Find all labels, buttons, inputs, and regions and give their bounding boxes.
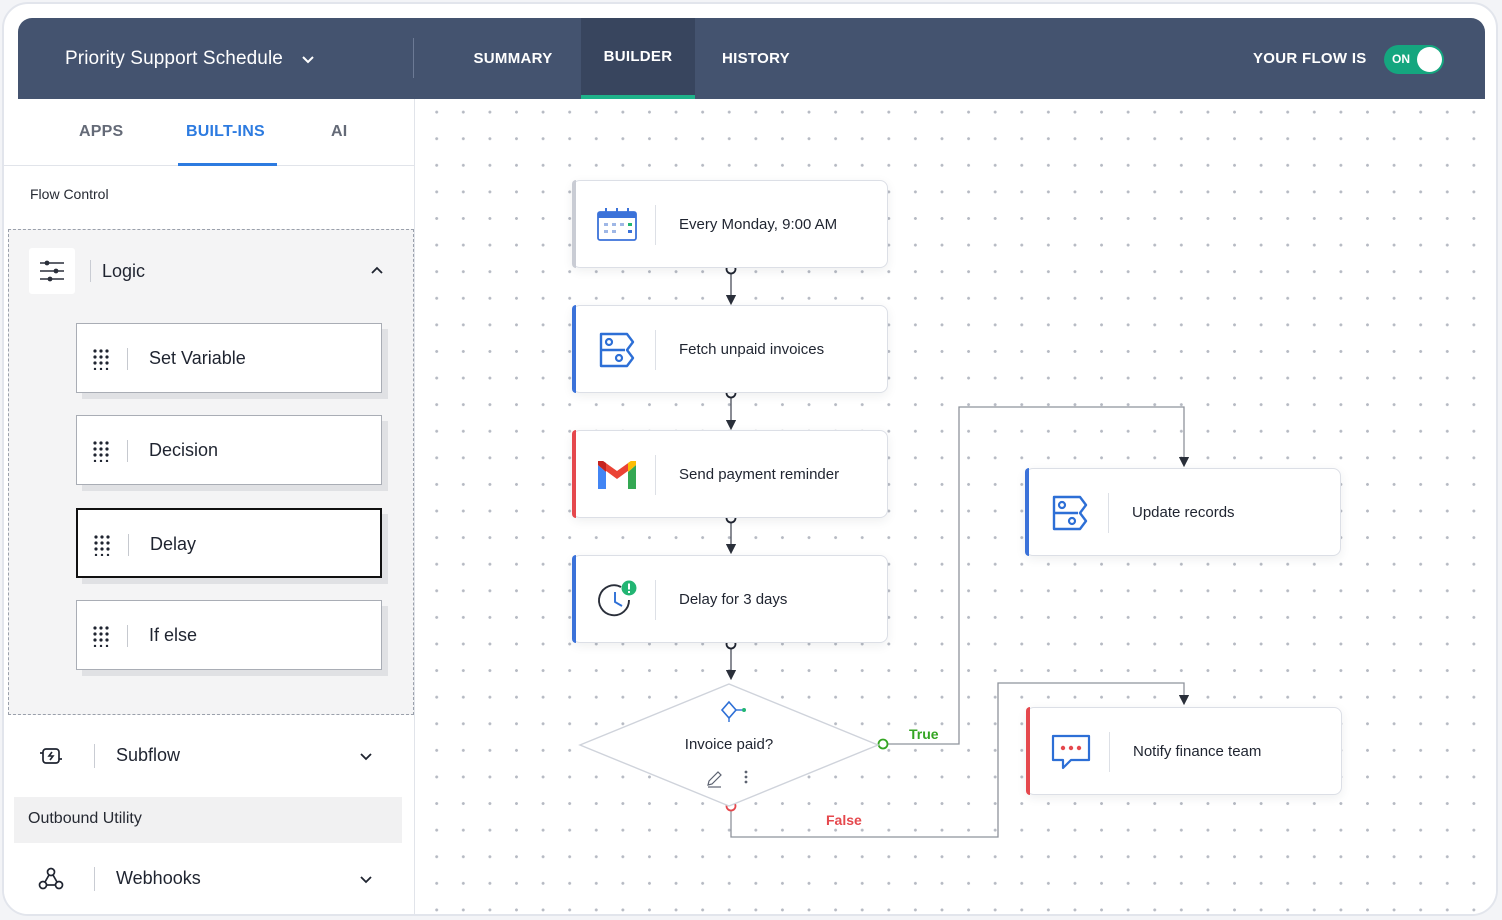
node-label: Fetch unpaid invoices bbox=[679, 341, 825, 358]
node-accent bbox=[1025, 468, 1029, 556]
top-bar: Priority Support Schedule SUMMARY BUILDE… bbox=[18, 18, 1485, 99]
webhooks-label: Webhooks bbox=[116, 868, 201, 888]
logic-group-header[interactable]: Logic bbox=[29, 248, 389, 294]
node-divider bbox=[655, 205, 656, 245]
more-options-icon[interactable] bbox=[744, 770, 748, 784]
tab-ai[interactable]: AI bbox=[331, 123, 347, 141]
drag-handle-icon[interactable] bbox=[93, 534, 111, 556]
block-label: Delay bbox=[150, 534, 197, 554]
webhooks-icon bbox=[38, 867, 64, 890]
node-accent bbox=[572, 180, 576, 268]
records-icon bbox=[599, 332, 635, 368]
node-accent bbox=[572, 555, 576, 643]
block-divider bbox=[127, 440, 128, 462]
node-divider bbox=[655, 580, 656, 620]
node-accent bbox=[572, 430, 576, 518]
row-divider bbox=[94, 867, 95, 891]
block-delay[interactable]: Delay bbox=[76, 508, 382, 578]
subflow-group-header[interactable]: Subflow bbox=[24, 733, 394, 779]
tab-builder[interactable]: BUILDER bbox=[581, 18, 695, 99]
node-delay[interactable]: Delay for 3 days bbox=[572, 555, 888, 643]
node-divider bbox=[1109, 732, 1110, 772]
node-label: Update records bbox=[1132, 504, 1235, 521]
outbound-utility-heading: Outbound Utility bbox=[14, 797, 402, 843]
chevron-down-icon[interactable] bbox=[358, 872, 374, 888]
block-label: If else bbox=[149, 625, 198, 645]
row-divider bbox=[94, 744, 95, 768]
node-divider bbox=[655, 330, 656, 370]
decision-node[interactable]: Invoice paid? bbox=[578, 682, 880, 808]
node-accent bbox=[572, 305, 576, 393]
node-label: Delay for 3 days bbox=[679, 591, 788, 608]
node-send-payment-reminder[interactable]: Send payment reminder bbox=[572, 430, 888, 518]
logic-divider bbox=[90, 260, 91, 282]
flow-control-heading: Flow Control bbox=[30, 186, 109, 202]
node-notify-finance-team[interactable]: Notify finance team bbox=[1026, 707, 1342, 795]
tab-history[interactable]: HISTORY bbox=[708, 18, 804, 99]
block-set-variable[interactable]: Set Variable bbox=[76, 323, 382, 393]
block-label: Set Variable bbox=[149, 348, 246, 368]
drag-handle-icon[interactable] bbox=[92, 440, 110, 462]
sidebar: APPS BUILT-INS AI Flow Control Logic Set… bbox=[4, 99, 415, 914]
flow-status-label: YOUR FLOW IS bbox=[1253, 50, 1367, 67]
drag-handle-icon[interactable] bbox=[92, 348, 110, 370]
block-label: Decision bbox=[149, 440, 219, 460]
chevron-down-icon bbox=[302, 56, 314, 64]
block-divider bbox=[127, 625, 128, 647]
chevron-up-icon[interactable] bbox=[369, 262, 385, 278]
toggle-label: ON bbox=[1392, 52, 1410, 66]
tab-built-ins[interactable]: BUILT-INS bbox=[186, 123, 265, 141]
block-if-else[interactable]: If else bbox=[76, 600, 382, 670]
active-tab-indicator bbox=[178, 163, 277, 166]
chevron-down-icon[interactable] bbox=[358, 749, 374, 765]
node-update-records[interactable]: Update records bbox=[1025, 468, 1341, 556]
logic-group: Logic Set Variable Decision Delay If els… bbox=[8, 229, 414, 715]
node-label: Send payment reminder bbox=[679, 466, 840, 483]
tab-apps[interactable]: APPS bbox=[79, 123, 123, 141]
node-label: Every Monday, 9:00 AM bbox=[679, 216, 838, 233]
block-decision[interactable]: Decision bbox=[76, 415, 382, 485]
node-divider bbox=[655, 455, 656, 495]
drag-handle-icon[interactable] bbox=[92, 625, 110, 647]
flow-on-toggle[interactable]: ON bbox=[1384, 45, 1444, 74]
records-icon bbox=[1052, 495, 1088, 531]
block-divider bbox=[128, 534, 129, 556]
flow-name-dropdown[interactable]: Priority Support Schedule bbox=[65, 48, 315, 70]
false-branch-label: False bbox=[826, 812, 862, 828]
sidebar-tabs: APPS BUILT-INS AI bbox=[4, 99, 414, 166]
decision-label: Invoice paid? bbox=[684, 736, 774, 753]
header-divider bbox=[413, 38, 414, 78]
sliders-icon bbox=[29, 248, 75, 294]
node-schedule-trigger[interactable]: Every Monday, 9:00 AM bbox=[572, 180, 888, 268]
clock-alert-icon bbox=[598, 580, 637, 617]
node-fetch-unpaid-invoices[interactable]: Fetch unpaid invoices bbox=[572, 305, 888, 393]
flow-name: Priority Support Schedule bbox=[65, 48, 283, 69]
subflow-label: Subflow bbox=[116, 745, 181, 765]
webhooks-group-header[interactable]: Webhooks bbox=[24, 856, 394, 902]
tab-summary[interactable]: SUMMARY bbox=[458, 18, 568, 99]
node-accent bbox=[1026, 707, 1030, 795]
outbound-utility-label: Outbound Utility bbox=[28, 810, 142, 827]
logic-label: Logic bbox=[102, 261, 146, 281]
toggle-knob bbox=[1417, 47, 1442, 72]
node-label: Notify finance team bbox=[1133, 743, 1262, 760]
node-divider bbox=[1108, 493, 1109, 533]
true-branch-label: True bbox=[909, 726, 939, 742]
calendar-icon bbox=[597, 208, 637, 241]
chat-icon bbox=[1051, 734, 1091, 770]
block-divider bbox=[127, 348, 128, 370]
subflow-icon bbox=[40, 748, 62, 764]
gmail-icon bbox=[598, 461, 636, 489]
